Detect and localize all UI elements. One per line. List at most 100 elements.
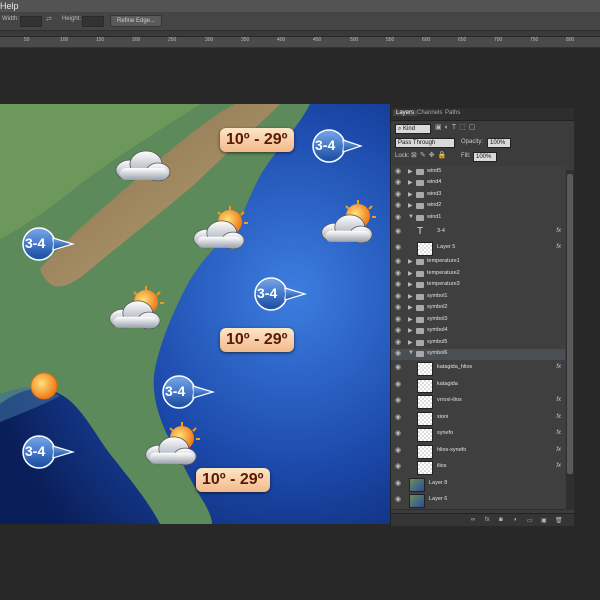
wind-bubble: 3-4 — [19, 434, 76, 475]
visibility-eye-icon[interactable]: ◉ — [395, 214, 403, 221]
opacity-label: Opacity: — [461, 139, 484, 145]
visibility-eye-icon[interactable]: ◉ — [395, 202, 403, 209]
tab-paths[interactable]: Paths — [445, 110, 460, 116]
expand-arrow-icon[interactable]: ▶ — [408, 191, 413, 198]
visibility-eye-icon[interactable]: ◉ — [395, 191, 403, 198]
layer-effects-badge[interactable]: fx — [556, 228, 561, 234]
expand-arrow-icon[interactable]: ▶ — [408, 270, 413, 277]
layer-effects-badge[interactable]: fx — [556, 447, 561, 453]
expand-arrow-icon[interactable]: ▶ — [408, 316, 413, 323]
layer-name: symbol1 — [427, 292, 448, 299]
visibility-eye-icon[interactable]: ◉ — [395, 381, 403, 388]
visibility-eye-icon[interactable]: ◉ — [395, 364, 403, 371]
layer-row[interactable]: ◉ hlios-synefo fx — [391, 442, 565, 460]
fill-field[interactable]: 100% — [473, 152, 497, 162]
visibility-eye-icon[interactable]: ◉ — [395, 480, 403, 487]
wind-bubble: 3-4 — [159, 374, 216, 415]
layer-row[interactable]: ◉ Layer 8 — [391, 475, 565, 493]
collapse-arrow-icon[interactable]: ▼ — [408, 350, 414, 356]
layer-thumbnail — [417, 444, 433, 459]
width-field[interactable] — [20, 16, 42, 27]
document-canvas[interactable]: 10º - 29º 10º - 29º 10º - 29º 3-4 3-4 3-… — [0, 104, 390, 524]
ruler-tick: 700 — [494, 37, 503, 43]
visibility-eye-icon[interactable]: ◉ — [395, 228, 403, 235]
layer-effects-badge[interactable]: fx — [556, 463, 561, 469]
expand-arrow-icon[interactable]: ▶ — [408, 281, 413, 288]
refine-edge-button[interactable]: Refine Edge... — [110, 15, 163, 27]
ruler-tick: 400 — [277, 37, 286, 43]
layer-effects-badge[interactable]: fx — [556, 414, 561, 420]
menu-help[interactable]: Help — [0, 0, 19, 12]
expand-arrow-icon[interactable]: ▶ — [408, 168, 413, 175]
layer-row[interactable]: ◉ katagida_hlios fx — [391, 360, 565, 378]
layer-name: symbol4 — [427, 327, 448, 334]
layer-row[interactable]: ◉ Layer 5 fx — [391, 240, 565, 258]
opacity-field[interactable]: 100% — [487, 138, 511, 148]
expand-arrow-icon[interactable]: ▶ — [408, 179, 413, 186]
layer-row[interactable]: ◉ xioni fx — [391, 409, 565, 427]
visibility-eye-icon[interactable]: ◉ — [395, 496, 403, 503]
visibility-eye-icon[interactable]: ◉ — [395, 244, 403, 251]
visibility-eye-icon[interactable]: ◉ — [395, 430, 403, 437]
expand-arrow-icon[interactable]: ▶ — [408, 339, 413, 346]
layer-row[interactable]: ◉ synefo fx — [391, 426, 565, 444]
temperature-label: 10º - 29º — [220, 128, 294, 152]
visibility-eye-icon[interactable]: ◉ — [395, 463, 403, 470]
visibility-eye-icon[interactable]: ◉ — [395, 414, 403, 421]
lock-icons[interactable]: ⊠✎✥🔒 — [411, 151, 449, 159]
visibility-eye-icon[interactable]: ◉ — [395, 179, 403, 186]
expand-arrow-icon[interactable]: ▶ — [408, 258, 413, 265]
layer-row[interactable]: ◉ katagida — [391, 376, 565, 394]
visibility-eye-icon[interactable]: ◉ — [395, 350, 403, 357]
fx-icon[interactable]: fx — [485, 517, 490, 523]
ruler-tick: 350 — [241, 37, 250, 43]
layer-list-scrollbar[interactable] — [566, 170, 574, 510]
layer-effects-badge[interactable]: fx — [556, 244, 561, 250]
layer-row[interactable]: ◉ Layer 6 — [391, 492, 565, 510]
visibility-eye-icon[interactable]: ◉ — [395, 258, 403, 265]
partly-cloudy-icon — [321, 200, 376, 244]
visibility-eye-icon[interactable]: ◉ — [395, 304, 403, 311]
filter-icons[interactable]: ▣◐T⬚▢ — [435, 123, 478, 131]
folder-icon — [416, 259, 424, 266]
visibility-eye-icon[interactable]: ◉ — [395, 168, 403, 175]
trash-icon[interactable]: 🗑 — [555, 517, 563, 524]
visibility-eye-icon[interactable]: ◉ — [395, 281, 403, 288]
expand-arrow-icon[interactable]: ▶ — [408, 304, 413, 311]
visibility-eye-icon[interactable]: ◉ — [395, 270, 403, 277]
kind-filter[interactable]: ⌕ Kind — [395, 124, 431, 134]
link-icon[interactable]: ∞ — [471, 517, 475, 523]
collapse-arrow-icon[interactable]: ▼ — [408, 214, 414, 220]
layer-row[interactable]: ◉ ilios fx — [391, 459, 565, 477]
swap-icon[interactable]: ⇄ — [46, 15, 52, 23]
mask-icon[interactable]: ◙ — [499, 517, 503, 523]
expand-arrow-icon[interactable]: ▶ — [408, 293, 413, 300]
expand-arrow-icon[interactable]: ▶ — [408, 202, 413, 209]
sun-icon — [30, 372, 58, 400]
layer-name: wind3 — [427, 190, 442, 197]
visibility-eye-icon[interactable]: ◉ — [395, 327, 403, 334]
layer-effects-badge[interactable]: fx — [556, 364, 561, 370]
expand-arrow-icon[interactable]: ▶ — [408, 327, 413, 334]
adjustment-icon[interactable]: ◑ — [513, 517, 517, 523]
layer-effects-badge[interactable]: fx — [556, 430, 561, 436]
new-layer-icon[interactable]: ▣ — [541, 517, 547, 524]
layer-row[interactable]: ◉ T 3-4 fx — [391, 223, 565, 241]
tab-layers[interactable]: Layers — [393, 110, 418, 116]
visibility-eye-icon[interactable]: ◉ — [395, 447, 403, 454]
blend-mode-select[interactable]: Pass Through — [395, 138, 455, 148]
height-field[interactable] — [82, 16, 104, 27]
ruler-tick: 300 — [205, 37, 214, 43]
visibility-eye-icon[interactable]: ◉ — [395, 293, 403, 300]
horizontal-ruler: 50 100 150 200 250 300 350 400 450 500 5… — [0, 37, 600, 48]
visibility-eye-icon[interactable]: ◉ — [395, 397, 403, 404]
visibility-eye-icon[interactable]: ◉ — [395, 339, 403, 346]
layer-effects-badge[interactable]: fx — [556, 397, 561, 403]
visibility-eye-icon[interactable]: ◉ — [395, 316, 403, 323]
ruler-tick: 550 — [386, 37, 395, 43]
scrollbar-thumb[interactable] — [567, 174, 573, 474]
ruler-tick: 50 — [24, 37, 30, 43]
layer-row[interactable]: ◉ vrroxi-ilios fx — [391, 393, 565, 411]
tab-channels[interactable]: Channels — [417, 110, 442, 116]
folder-icon[interactable]: ▭ — [527, 517, 533, 524]
